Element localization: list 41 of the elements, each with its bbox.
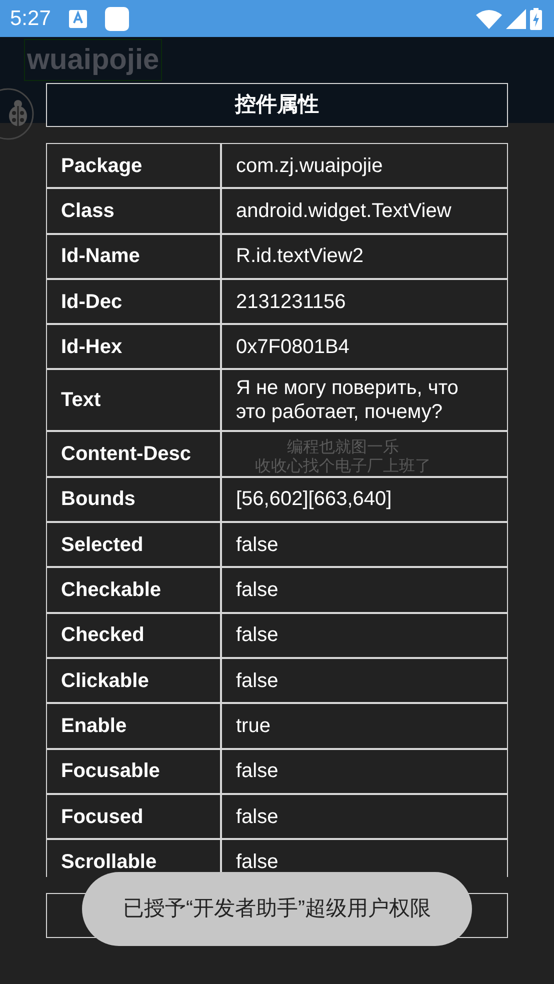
- property-value: com.zj.wuaipojie: [236, 154, 383, 178]
- signal-icon: [506, 8, 526, 28]
- property-value: 0x7F0801B4: [236, 334, 350, 359]
- property-value: Я не могу поверить, что это работает, почему?: [236, 376, 460, 424]
- property-name: Package: [47, 144, 222, 188]
- property-name: Checkable: [47, 568, 222, 612]
- property-value: false: [236, 578, 278, 602]
- app-title: wuaipojie: [24, 39, 162, 81]
- property-value: true: [236, 714, 270, 738]
- property-name: Id-Name: [47, 234, 222, 278]
- dialog-title: 控件属性: [46, 83, 508, 127]
- property-value: [56,602][663,640]: [236, 487, 392, 512]
- property-value: false: [236, 850, 278, 874]
- app-icon: [104, 6, 129, 30]
- keyboard-app-icon: [66, 8, 89, 30]
- property-value: 2131231156: [236, 290, 346, 314]
- wifi-icon: [476, 8, 502, 28]
- property-name: Focusable: [47, 750, 222, 793]
- background-text: 编程也就图一乐: [286, 438, 400, 457]
- property-name: Text: [47, 370, 222, 430]
- property-name: Class: [47, 189, 222, 233]
- property-value: false: [236, 623, 278, 648]
- battery-charging-icon: [530, 8, 542, 30]
- permission-toast: 已授予“开发者助手”超级用户权限: [82, 872, 472, 946]
- property-name: Bounds: [47, 478, 222, 522]
- property-name: Checked: [47, 614, 222, 657]
- property-name: Enable: [47, 704, 222, 748]
- property-name: Clickable: [47, 658, 222, 702]
- property-name: Focused: [47, 794, 222, 838]
- property-name: Id-Hex: [47, 325, 222, 368]
- property-value: false: [236, 759, 278, 784]
- property-value: android.widget.TextView: [236, 198, 452, 223]
- property-name: Selected: [47, 523, 222, 566]
- property-name: Id-Dec: [47, 280, 222, 324]
- property-value: false: [236, 532, 278, 557]
- property-value: R.id.textView2: [236, 244, 364, 268]
- property-value: false: [236, 668, 278, 693]
- property-name: Content-Desc: [47, 432, 222, 476]
- clock-time: 5:27: [10, 6, 51, 32]
- property-value: false: [236, 804, 278, 828]
- background-text: 收收心找个电子厂上班了: [254, 457, 432, 476]
